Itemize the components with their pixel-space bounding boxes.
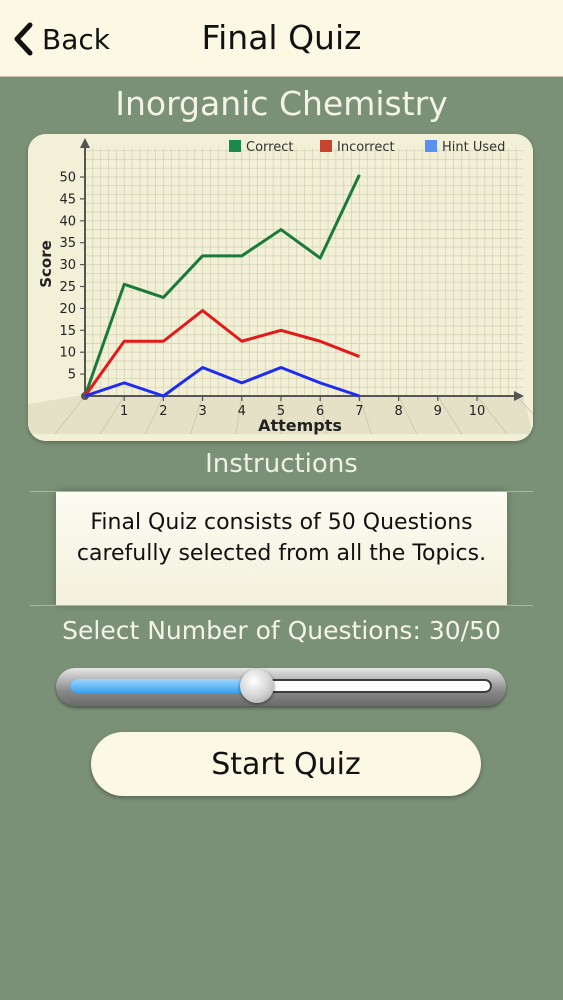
y-tick-label: 25 <box>59 280 76 295</box>
x-tick-label: 1 <box>120 404 128 419</box>
y-tick-label: 50 <box>59 171 76 186</box>
divider <box>30 605 533 606</box>
instructions-heading: Instructions <box>205 449 358 479</box>
slider-track[interactable] <box>70 679 492 693</box>
y-tick-label: 40 <box>59 214 76 229</box>
x-tick-label: 10 <box>469 404 486 419</box>
legend-swatch <box>320 140 332 152</box>
y-tick-label: 15 <box>59 324 76 339</box>
x-tick-label: 7 <box>355 404 363 419</box>
score-chart: 5 10 15 20 25 30 35 40 45 50 1 2 3 4 5 6 7 8 9 10 Attempts Sc… <box>28 134 533 441</box>
instructions-text: Final Quiz consists of 50 Questions care… <box>76 510 487 566</box>
y-tick-label: 5 <box>68 368 76 383</box>
question-count-slider[interactable] <box>56 668 506 706</box>
page-title: Final Quiz <box>201 18 362 57</box>
x-tick-label: 8 <box>394 404 402 419</box>
x-tick-label: 9 <box>434 404 442 419</box>
navigation-bar: Back Final Quiz <box>0 0 563 77</box>
y-tick-label: 20 <box>59 302 76 317</box>
y-tick-label: 10 <box>59 346 76 361</box>
slider-fill <box>70 679 258 693</box>
line-chart: 51015202530354045501 2 3 4 5 6 7 8 9 10AttemptsSc… <box>28 134 533 441</box>
y-axis-label: Score <box>37 240 55 288</box>
legend-label: Hint Used <box>442 140 505 155</box>
legend-label: Correct <box>246 140 293 155</box>
chart-background <box>28 134 533 441</box>
start-quiz-button[interactable]: Start Quiz <box>91 732 481 796</box>
legend-swatch <box>425 140 437 152</box>
instructions-panel[interactable]: Final Quiz consists of 50 Questions care… <box>56 491 507 605</box>
x-axis-label: Attempts <box>258 416 342 435</box>
y-tick-label: 45 <box>59 192 76 207</box>
x-tick-label: 2 <box>159 404 167 419</box>
y-tick-label: 35 <box>59 236 76 251</box>
x-tick-label: 3 <box>198 404 206 419</box>
divider <box>30 491 533 492</box>
slider-thumb[interactable] <box>240 669 275 703</box>
legend-label: Incorrect <box>337 140 395 155</box>
question-count-label: Select Number of Questions: 30/50 <box>62 616 501 645</box>
legend-swatch <box>229 140 241 152</box>
x-tick-label: 4 <box>238 404 246 419</box>
subject-title: Inorganic Chemistry <box>115 84 448 123</box>
y-tick-label: 30 <box>59 258 76 273</box>
